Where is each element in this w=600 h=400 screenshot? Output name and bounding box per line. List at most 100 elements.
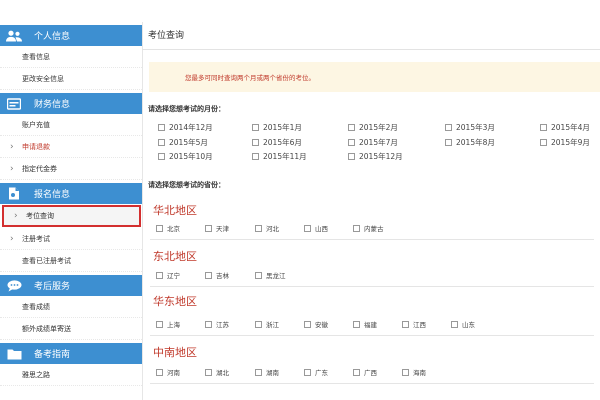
province-option[interactable]: 天津 [205, 223, 229, 233]
province-option[interactable]: 辽宁 [156, 270, 180, 280]
province-option[interactable]: 海南 [402, 367, 426, 377]
checkbox[interactable] [205, 368, 212, 376]
folder-icon [6, 347, 22, 360]
divider [150, 286, 594, 287]
month-option[interactable]: 2015年8月 [445, 137, 495, 148]
checkbox[interactable] [348, 153, 355, 160]
province-option[interactable]: 广西 [353, 367, 377, 377]
province-option[interactable]: 黑龙江 [255, 270, 286, 280]
province-option[interactable]: 内蒙古 [353, 223, 384, 233]
checkbox[interactable] [156, 320, 163, 328]
province-option[interactable]: 安徽 [304, 319, 328, 329]
month-option[interactable]: 2015年2月 [348, 122, 398, 133]
province-option[interactable]: 广东 [304, 367, 328, 377]
sidebar-section-finance[interactable]: 财务信息 [0, 93, 142, 114]
sidebar-item-extra-transcript[interactable]: 额外成绩单寄送 [0, 318, 142, 340]
month-option[interactable]: 2015年6月 [252, 137, 302, 148]
month-option[interactable]: 2015年3月 [445, 122, 495, 133]
sidebar-item-view-info[interactable]: 查看信息 [0, 46, 142, 68]
checkbox[interactable] [252, 153, 259, 160]
sidebar-item-ielts-road[interactable]: 雅思之路 [0, 364, 142, 386]
checkbox[interactable] [158, 124, 165, 131]
sidebar-item-seat-query[interactable]: 考位查询 [2, 205, 141, 227]
sidebar-item-view-scores[interactable]: 查看成绩 [0, 296, 142, 318]
sidebar-item-refund[interactable]: 申请退款 [0, 136, 142, 158]
month-option[interactable]: 2014年12月 [158, 122, 213, 133]
checkbox[interactable] [402, 320, 409, 328]
divider [150, 383, 594, 384]
sidebar-item-view-registered[interactable]: 查看已注册考试 [0, 250, 142, 272]
checkbox[interactable] [348, 139, 355, 146]
users-icon [6, 29, 22, 42]
province-option[interactable]: 上海 [156, 319, 180, 329]
checkbox[interactable] [348, 124, 355, 131]
sidebar-section-after-exam[interactable]: 考后服务 [0, 275, 142, 296]
checkbox[interactable] [255, 271, 262, 279]
checkbox[interactable] [205, 271, 212, 279]
checkbox[interactable] [445, 124, 452, 131]
checkbox[interactable] [205, 320, 212, 328]
checkbox[interactable] [451, 320, 458, 328]
checkbox[interactable] [304, 224, 311, 232]
province-prompt: 请选择您想考试的省份： [148, 181, 225, 189]
checkbox[interactable] [540, 139, 547, 146]
checkbox[interactable] [156, 368, 163, 376]
checkbox[interactable] [402, 368, 409, 376]
checkbox[interactable] [252, 124, 259, 131]
checkbox[interactable] [255, 368, 262, 376]
checkbox[interactable] [304, 368, 311, 376]
checkbox[interactable] [252, 139, 259, 146]
checkbox[interactable] [304, 320, 311, 328]
sidebar-section-registration[interactable]: 报名信息 [0, 183, 142, 204]
checkbox[interactable] [353, 224, 360, 232]
checkbox[interactable] [353, 368, 360, 376]
region-title: 华北地区 [153, 204, 197, 217]
province-option[interactable]: 浙江 [255, 319, 279, 329]
sidebar-item-register-exam[interactable]: 注册考试 [0, 228, 142, 250]
month-option[interactable]: 2015年1月 [252, 122, 302, 133]
province-option[interactable]: 湖南 [255, 367, 279, 377]
checkbox[interactable] [540, 124, 547, 131]
checkbox[interactable] [353, 320, 360, 328]
province-option[interactable]: 河北 [255, 223, 279, 233]
region-title: 中南地区 [153, 346, 197, 359]
province-option[interactable]: 山西 [304, 223, 328, 233]
checkbox[interactable] [156, 271, 163, 279]
checkbox[interactable] [255, 320, 262, 328]
notice-banner: 您最多可同时查询两个月或两个省份的考位。 [149, 62, 600, 92]
sidebar-item-change-security[interactable]: 更改安全信息 [0, 68, 142, 90]
province-option[interactable]: 江苏 [205, 319, 229, 329]
checkbox[interactable] [255, 224, 262, 232]
province-option[interactable]: 福建 [353, 319, 377, 329]
sidebar: 个人信息 查看信息 更改安全信息 财务信息 账户充值 申请退款 指定代金券 报名… [0, 22, 143, 400]
month-option[interactable]: 2015年11月 [252, 151, 307, 162]
month-option[interactable]: 2015年5月 [158, 137, 208, 148]
province-option[interactable]: 北京 [156, 223, 180, 233]
month-option[interactable]: 2015年10月 [158, 151, 213, 162]
chat-icon [6, 279, 22, 292]
checkbox[interactable] [205, 224, 212, 232]
month-option[interactable]: 2015年9月 [540, 137, 590, 148]
sidebar-item-recharge[interactable]: 账户充值 [0, 114, 142, 136]
document-icon [6, 187, 22, 200]
month-option[interactable]: 2015年7月 [348, 137, 398, 148]
sidebar-section-prep-guide[interactable]: 备考指南 [0, 343, 142, 364]
province-option[interactable]: 河南 [156, 367, 180, 377]
province-option[interactable]: 湖北 [205, 367, 229, 377]
checkbox[interactable] [158, 153, 165, 160]
checkbox[interactable] [158, 139, 165, 146]
province-option[interactable]: 吉林 [205, 270, 229, 280]
month-option[interactable]: 2015年12月 [348, 151, 403, 162]
section-title: 个人信息 [34, 32, 71, 42]
province-option[interactable]: 山东 [451, 319, 475, 329]
month-option[interactable]: 2015年4月 [540, 122, 590, 133]
main-content: 考位查询 您最多可同时查询两个月或两个省份的考位。 请选择您想考试的月份： 20… [142, 22, 600, 400]
month-prompt: 请选择您想考试的月份： [148, 105, 225, 113]
province-option[interactable]: 江西 [402, 319, 426, 329]
section-title: 财务信息 [34, 100, 71, 110]
sidebar-item-voucher[interactable]: 指定代金券 [0, 158, 142, 180]
checkbox[interactable] [156, 224, 163, 232]
checkbox[interactable] [445, 139, 452, 146]
section-title: 备考指南 [34, 350, 71, 360]
sidebar-section-personal-info[interactable]: 个人信息 [0, 25, 142, 46]
